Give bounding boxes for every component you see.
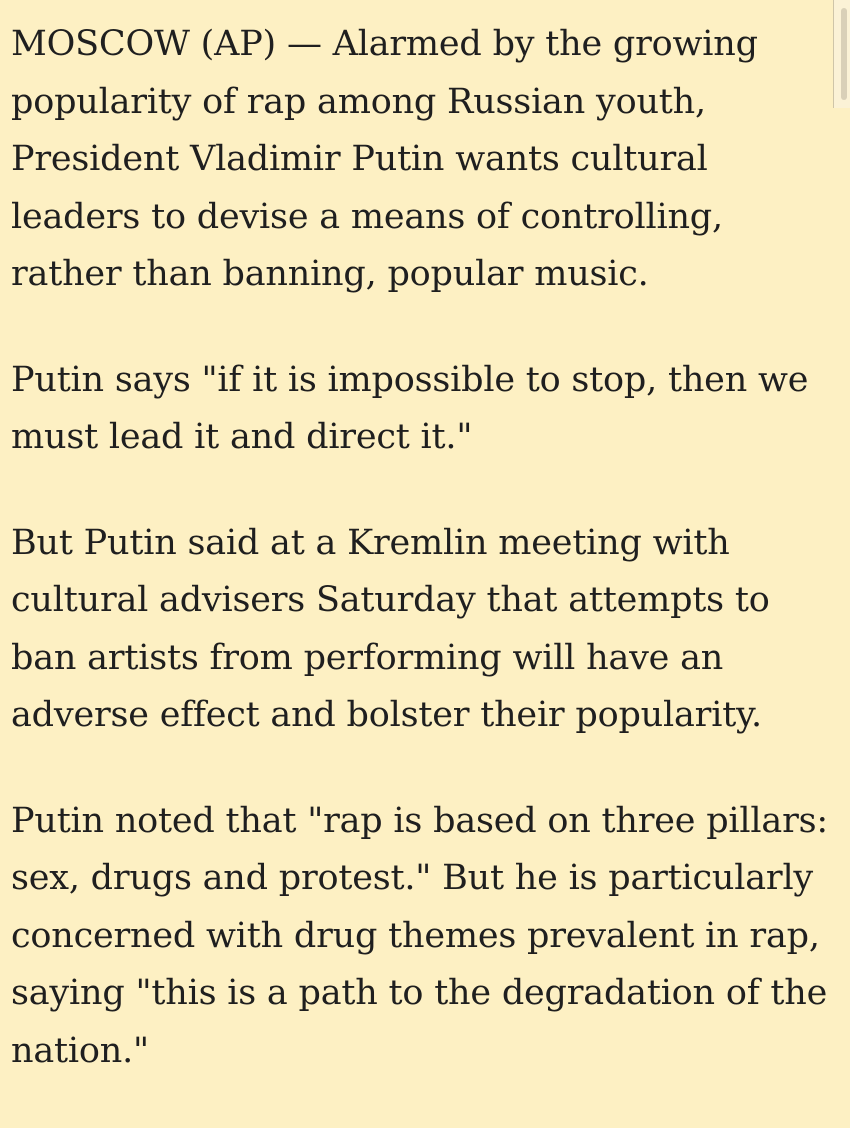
paragraph-line: Putin says "if it is impossible to stop,… bbox=[11, 359, 809, 400]
paragraph-line: sex, drugs and protest." But he is parti… bbox=[11, 858, 814, 898]
paragraph-line: leaders to devise a means of controlling… bbox=[11, 196, 723, 237]
scrollbar-thumb[interactable] bbox=[841, 8, 847, 100]
paragraph-line: nation." bbox=[11, 1030, 149, 1071]
paragraph-line: adverse effect and bolster their popular… bbox=[11, 695, 762, 735]
paragraph-line: MOSCOW (AP) — Alarmed by the growing bbox=[11, 24, 758, 64]
article-paragraph: Putin noted that "rap is based on three … bbox=[11, 793, 841, 1081]
paragraph-line: concerned with drug themes prevalent in … bbox=[11, 915, 820, 956]
paragraph-line: rather than banning, popular music. bbox=[11, 254, 649, 294]
paragraph-line: President Vladimir Putin wants cultural bbox=[11, 139, 708, 179]
paragraph-line: Putin noted that "rap is based on three … bbox=[11, 800, 828, 841]
article-body: MOSCOW (AP) — Alarmed by the growing pop… bbox=[11, 16, 841, 1128]
paragraph-line: But Putin said at a Kremlin meeting with bbox=[11, 522, 730, 563]
paragraph-line: cultural advisers Saturday that attempts… bbox=[11, 580, 770, 620]
paragraph-line: must lead it and direct it." bbox=[11, 417, 473, 457]
paragraph-line: ban artists from performing will have an bbox=[11, 637, 724, 678]
paragraph-line: popularity of rap among Russian youth, bbox=[11, 81, 706, 122]
article-paragraph: But Putin said at a Kremlin meeting with… bbox=[11, 515, 841, 745]
vertical-scrollbar[interactable] bbox=[833, 0, 850, 108]
article-paragraph: Putin says "if it is impossible to stop,… bbox=[11, 352, 841, 467]
article-paragraph: MOSCOW (AP) — Alarmed by the growing pop… bbox=[11, 16, 841, 304]
paragraph-line: saying "this is a path to the degradatio… bbox=[11, 973, 828, 1013]
